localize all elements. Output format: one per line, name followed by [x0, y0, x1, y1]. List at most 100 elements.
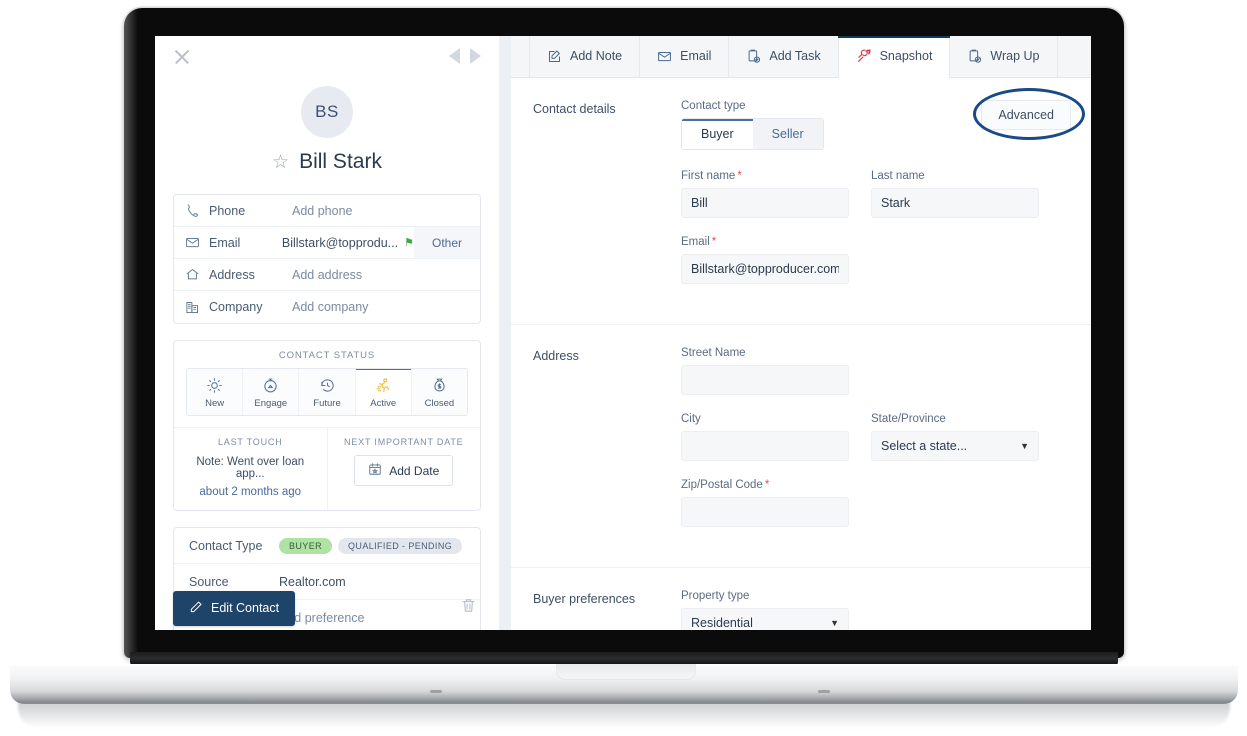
property-type-group: Property type Residential ▼	[681, 590, 1071, 630]
property-type-select[interactable]: Residential ▼	[681, 608, 849, 630]
email-text: Billstark@topprodu...	[281, 235, 399, 250]
contact-type-toggle: Buyer Seller	[681, 118, 824, 150]
sidebar-header	[155, 36, 499, 76]
status-tab-active[interactable]: Active	[355, 369, 412, 415]
status-tab-closed[interactable]: Closed	[411, 369, 467, 415]
zip-group: Zip/Postal Code *	[681, 479, 1071, 527]
status-badge: BUYER	[279, 537, 333, 554]
pencil-icon	[189, 600, 203, 617]
add-date-label: Add Date	[389, 463, 440, 478]
city-field[interactable]	[681, 431, 849, 461]
tab-add-task[interactable]: Add Task	[729, 36, 839, 77]
tab-email[interactable]: Email	[640, 36, 730, 77]
task-icon	[746, 49, 761, 64]
section-title-buyer-preferences: Buyer preferences	[533, 592, 636, 606]
first-name-group: First name *	[681, 170, 849, 218]
home-icon	[185, 267, 200, 282]
info-label-phone: Phone	[174, 203, 282, 218]
last-touch-note: Note: Went over loan app...	[196, 456, 305, 480]
previous-contact-icon[interactable]	[449, 48, 460, 64]
screen: BS ☆ Bill Stark Phone Add phone Email Bi…	[155, 36, 1091, 630]
table-row[interactable]: Contact Type BUYER QUALIFIED - PENDING	[174, 528, 480, 564]
contact-status-tabs: New Engage Future Active Closed	[186, 368, 468, 416]
status-tab-new[interactable]: New	[187, 369, 244, 415]
page-title: Bill Stark	[299, 150, 382, 173]
next-date-header: NEXT IMPORTANT DATE	[344, 437, 464, 447]
label-street-name: Street Name	[681, 347, 746, 359]
last-name-field[interactable]	[871, 188, 1039, 218]
tab-add-note[interactable]: Add Note	[529, 36, 641, 77]
state-select[interactable]: Select a state... ▼	[871, 431, 1039, 461]
contact-type-buyer[interactable]: Buyer	[682, 119, 753, 149]
clock-rewind-icon	[299, 376, 354, 394]
property-type-value: Residential	[691, 616, 753, 630]
detail-label-contact-type: Contact Type	[189, 538, 263, 553]
add-date-button[interactable]: Add Date	[354, 455, 454, 486]
contact-nav-arrows	[449, 48, 481, 64]
phone-icon	[185, 203, 200, 218]
close-icon[interactable]	[173, 48, 191, 66]
favorite-star-icon[interactable]: ☆	[272, 153, 289, 172]
info-row-company[interactable]: Company Add company	[174, 291, 480, 323]
detail-panel: Add Note Email Add Task Snapshot Wrap Up…	[511, 36, 1091, 630]
contact-type-seller[interactable]: Seller	[752, 119, 823, 149]
status-label-closed: Closed	[424, 398, 455, 409]
tab-snapshot[interactable]: Snapshot	[837, 36, 951, 78]
status-badge: QUALIFIED - PENDING	[338, 537, 463, 554]
info-value-phone[interactable]: Add phone	[282, 204, 480, 218]
status-label-engage: Engage	[254, 398, 288, 409]
first-name-field[interactable]	[681, 188, 849, 218]
state-select-value: Select a state...	[881, 439, 968, 453]
last-name-group: Last name	[871, 170, 1039, 218]
laptop-foot-left	[430, 690, 442, 693]
info-row-phone[interactable]: Phone Add phone	[174, 195, 480, 227]
info-label-address: Address	[174, 267, 282, 282]
tab-label: Add Note	[570, 49, 623, 63]
section-buyer-preferences: Buyer preferences Property type Resident…	[511, 567, 1091, 630]
info-value-address[interactable]: Add address	[282, 268, 480, 282]
laptop-base-shadow	[18, 702, 1230, 728]
runner-icon	[356, 376, 411, 394]
section-body-buyer-preferences: Property type Residential ▼ Min Price	[681, 590, 1071, 630]
tab-wrap-up[interactable]: Wrap Up	[950, 36, 1058, 77]
edit-contact-label: Edit Contact	[211, 601, 280, 615]
status-tab-future[interactable]: Future	[299, 369, 356, 415]
email-type-badge[interactable]: Other	[413, 227, 480, 258]
section-address: Address Street Name City State/Province …	[511, 324, 1091, 549]
contact-info-card: Phone Add phone Email Billstark@topprodu…	[173, 194, 481, 324]
building-icon	[185, 300, 200, 315]
next-contact-icon[interactable]	[470, 48, 481, 64]
info-value-email[interactable]: Billstark@topprodu... ⚑	[272, 236, 414, 250]
delete-contact-icon[interactable]	[460, 597, 477, 619]
calendar-star-icon	[368, 462, 382, 479]
sun-icon	[187, 376, 242, 394]
info-row-address[interactable]: Address Add address	[174, 259, 480, 291]
engage-icon	[243, 376, 298, 394]
info-row-email[interactable]: Email Billstark@topprodu... ⚑ Other	[174, 227, 480, 259]
email-group: Email *	[681, 236, 1071, 284]
required-marker: *	[711, 236, 717, 248]
info-value-company[interactable]: Add company	[282, 300, 480, 314]
state-group: State/Province Select a state... ▼	[871, 413, 1039, 461]
advanced-button[interactable]: Advanced	[981, 100, 1071, 130]
edit-contact-button[interactable]: Edit Contact	[173, 590, 296, 626]
name-fields-row: First name* Last name	[681, 170, 1071, 218]
zip-field[interactable]	[681, 497, 849, 527]
label-first-name: First name *	[681, 170, 742, 182]
chevron-down-icon: ▼	[1020, 441, 1029, 451]
street-group: Street Name	[681, 347, 1071, 395]
contact-status-title: CONTACT STATUS	[278, 350, 376, 361]
email-field[interactable]	[681, 254, 849, 284]
label-property-type: Property type	[681, 590, 750, 602]
detail-value-buyer-prefs[interactable]: Add preference	[271, 611, 480, 625]
status-label-active: Active	[370, 398, 397, 409]
status-tab-engage[interactable]: Engage	[243, 369, 300, 415]
detail-value-source: Realtor.com	[279, 574, 346, 589]
city-group: City	[681, 413, 849, 461]
chevron-down-icon: ▼	[830, 618, 839, 628]
last-touch-timestamp: about 2 months ago	[199, 486, 302, 498]
laptop-foot-right	[818, 690, 830, 693]
street-name-field[interactable]	[681, 365, 849, 395]
last-touch-header: LAST TOUCH	[217, 437, 283, 447]
detail-value-contact-type: BUYER QUALIFIED - PENDING	[271, 537, 480, 554]
